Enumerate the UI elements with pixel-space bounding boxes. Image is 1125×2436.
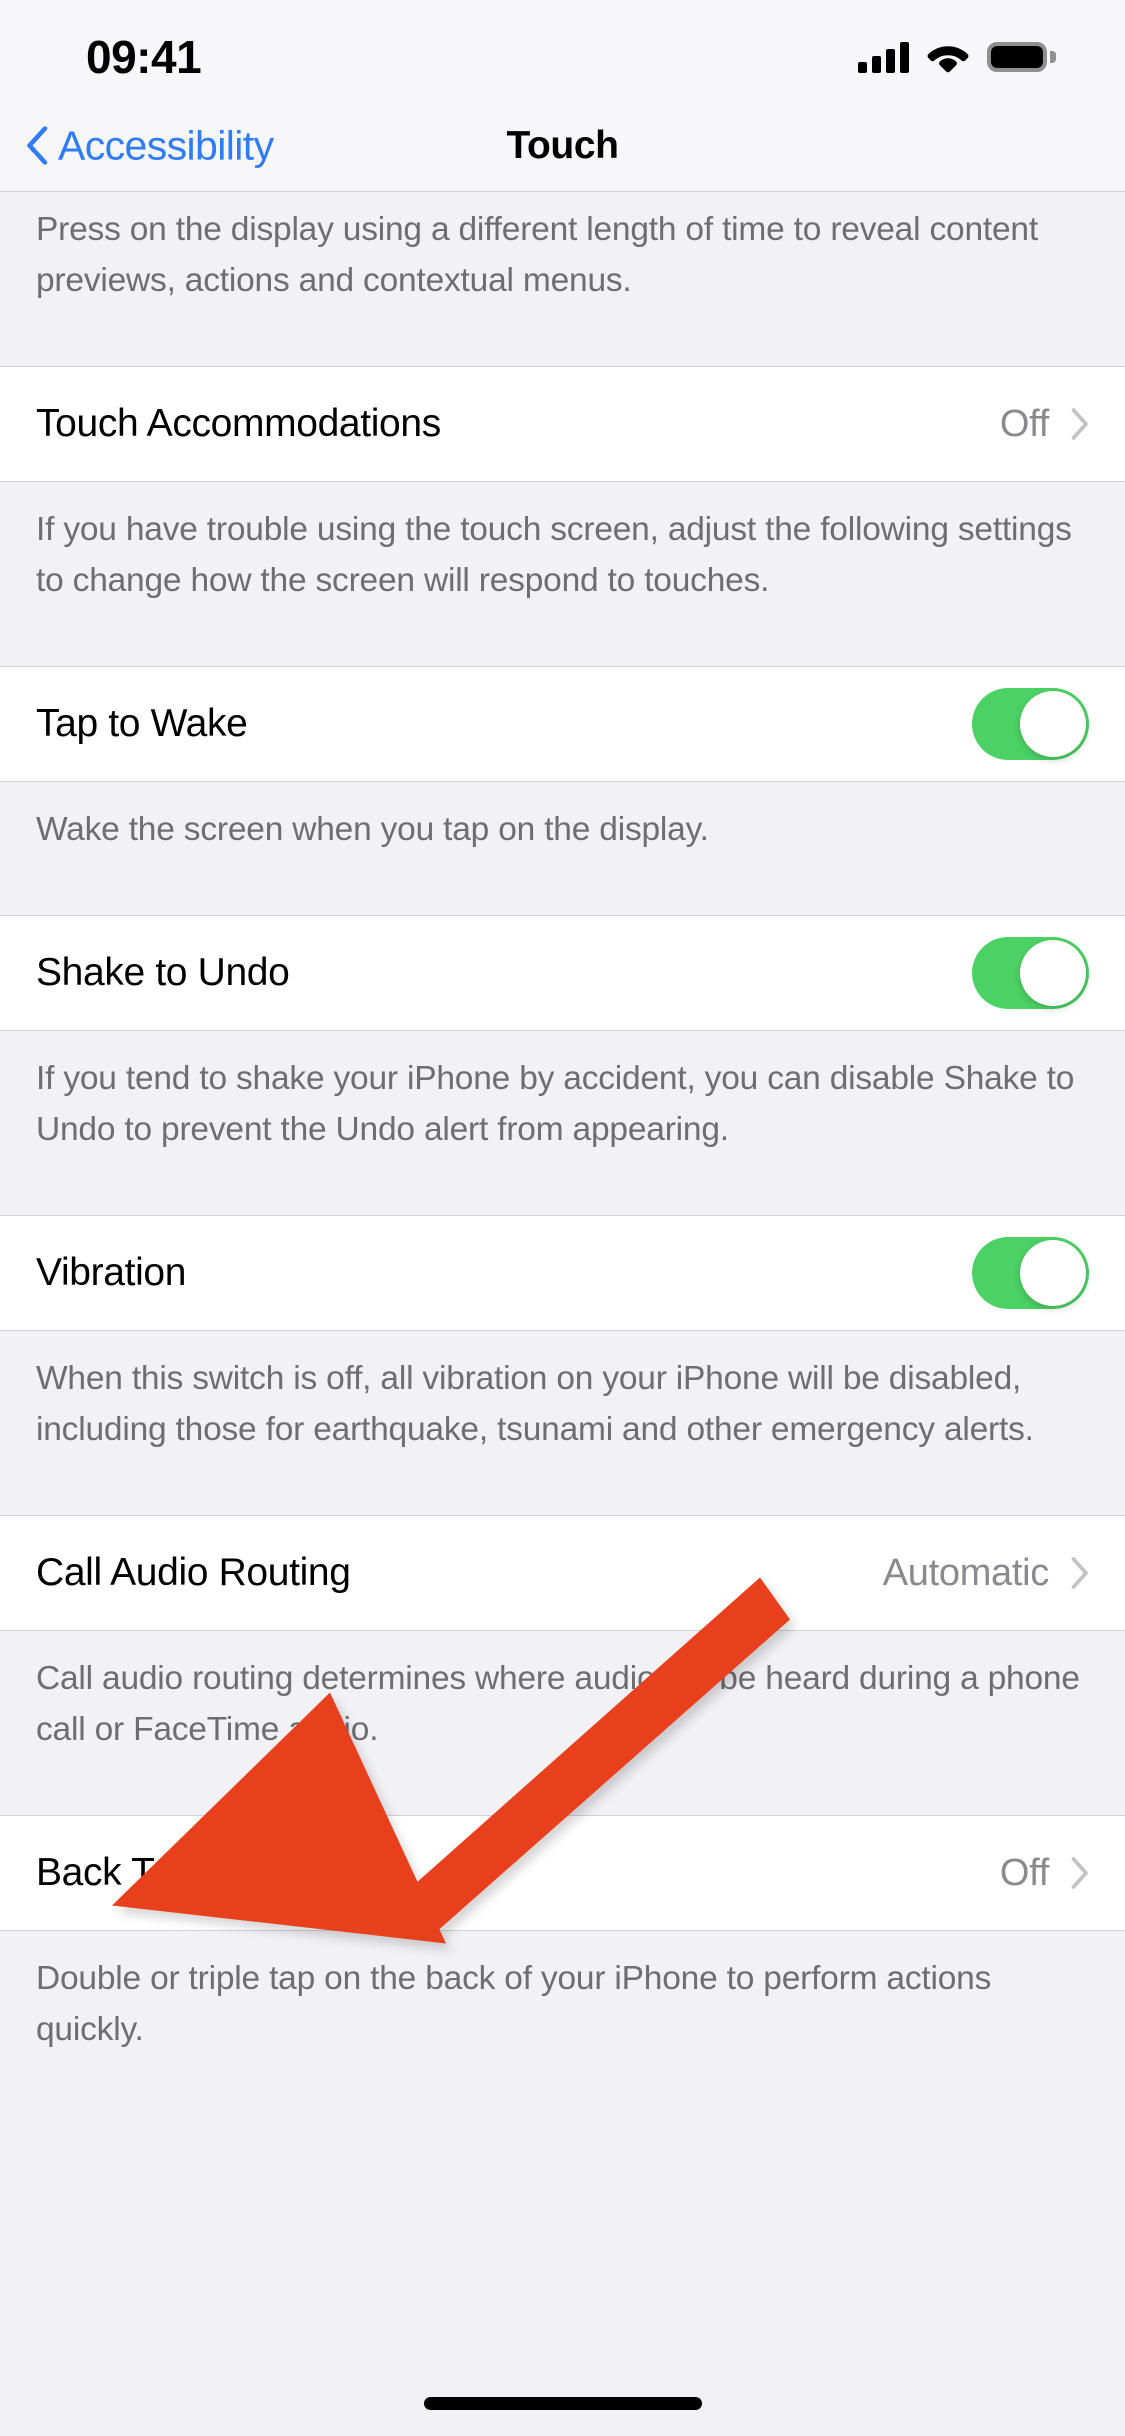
section-footer-call-audio-routing: Call audio routing determines where audi… [0,1631,1125,1815]
chevron-right-icon [1071,408,1088,440]
switch-knob [1020,1240,1086,1306]
row-accessory: Off [1000,1852,1089,1895]
battery-full-icon [987,42,1056,72]
section-footer-tap-to-wake: Wake the screen when you tap on the disp… [0,782,1125,915]
section-footer-haptic-touch: Press on the display using a different l… [0,192,1125,366]
settings-list[interactable]: Press on the display using a different l… [0,192,1125,2436]
chevron-right-icon [1071,1857,1088,1889]
wifi-icon [927,46,969,73]
row-value: Automatic [882,1551,1050,1594]
row-label: Tap to Wake [36,702,248,745]
row-label: Touch Accommodations [36,402,441,445]
page-title: Touch [506,123,619,167]
row-label: Call Audio Routing [36,1551,351,1594]
row-accessory: Automatic [883,1552,1089,1595]
home-indicator [423,2397,702,2410]
row-touch-accommodations[interactable]: Touch Accommodations Off [0,366,1125,482]
switch-knob [1020,940,1086,1006]
switch-knob [1020,691,1086,757]
row-value: Off [999,402,1049,445]
row-shake-to-undo[interactable]: Shake to Undo [0,915,1125,1031]
iphone-screen: 09:41 Accessibility Touch Press on the d… [0,0,1125,2436]
section-footer-back-tap: Double or triple tap on the back of your… [0,1931,1125,2115]
navigation-bar: Accessibility Touch [0,100,1125,192]
row-label: Vibration [36,1251,187,1294]
cellular-signal-icon [858,41,909,73]
vibration-switch[interactable] [972,1237,1089,1309]
status-bar: 09:41 [0,0,1125,100]
section-footer-touch-accommodations: If you have trouble using the touch scre… [0,482,1125,666]
row-tap-to-wake[interactable]: Tap to Wake [0,666,1125,782]
section-footer-vibration: When this switch is off, all vibration o… [0,1331,1125,1515]
row-value: Off [999,1851,1049,1894]
shake-to-undo-switch[interactable] [972,937,1089,1009]
row-back-tap[interactable]: Back Tap Off [0,1815,1125,1931]
tap-to-wake-switch[interactable] [972,688,1089,760]
row-label: Back Tap [36,1851,193,1894]
section-footer-shake-to-undo: If you tend to shake your iPhone by acci… [0,1031,1125,1215]
row-vibration[interactable]: Vibration [0,1215,1125,1331]
row-call-audio-routing[interactable]: Call Audio Routing Automatic [0,1515,1125,1631]
row-accessory: Off [1000,403,1089,446]
row-label: Shake to Undo [36,951,290,994]
chevron-right-icon [1071,1557,1088,1589]
status-bar-time: 09:41 [86,31,202,83]
status-bar-indicators [858,41,1056,73]
